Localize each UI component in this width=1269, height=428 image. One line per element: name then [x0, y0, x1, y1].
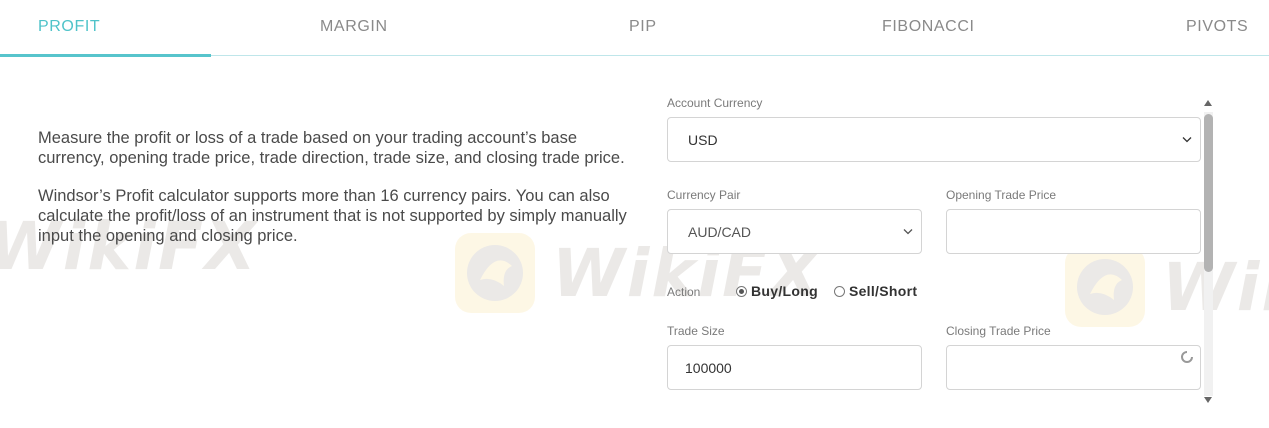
trade-size-label: Trade Size	[667, 324, 725, 338]
action-radio-group: Buy/Long Sell/Short	[736, 282, 933, 300]
calculator-description: Measure the profit or loss of a trade ba…	[38, 128, 638, 264]
watermark-text: WikiFX	[1162, 248, 1269, 326]
buy-long-label: Buy/Long	[751, 283, 818, 299]
watermark-logo-icon	[1065, 247, 1145, 327]
tab-pivots[interactable]: PIVOTS	[1186, 18, 1248, 36]
active-tab-indicator	[0, 54, 211, 57]
tab-fibonacci[interactable]: FIBONACCI	[882, 18, 975, 36]
currency-pair-value: AUD/CAD	[688, 223, 752, 240]
chevron-down-icon	[1182, 136, 1192, 142]
description-paragraph: Measure the profit or loss of a trade ba…	[38, 129, 625, 167]
tab-profit[interactable]: PROFIT	[38, 18, 100, 36]
scroll-down-arrow-icon[interactable]	[1203, 396, 1213, 404]
scroll-up-arrow-icon[interactable]	[1203, 99, 1213, 107]
account-currency-select[interactable]: USD	[667, 117, 1201, 162]
trade-size-input[interactable]: 100000	[667, 345, 922, 390]
buy-long-radio[interactable]	[736, 285, 747, 297]
action-label: Action	[667, 285, 701, 299]
tab-pip[interactable]: PIP	[629, 18, 657, 36]
currency-pair-label: Currency Pair	[667, 188, 741, 202]
sell-short-label: Sell/Short	[848, 283, 918, 299]
closing-trade-price-label: Closing Trade Price	[946, 324, 1051, 338]
calculator-tabs: PROFIT MARGIN PIP FIBONACCI PIVOTS	[0, 0, 1269, 57]
opening-trade-price-input[interactable]	[946, 209, 1201, 254]
buy-long-option[interactable]: Buy/Long	[736, 283, 818, 299]
chevron-down-icon	[903, 228, 913, 234]
scrollbar-thumb[interactable]	[1204, 114, 1213, 272]
description-paragraph: Windsor’s Profit calculator supports mor…	[38, 187, 627, 245]
currency-pair-select[interactable]: AUD/CAD	[667, 209, 922, 254]
sell-short-radio[interactable]	[833, 285, 845, 297]
closing-trade-price-input[interactable]	[946, 345, 1201, 390]
loading-spinner-icon	[1181, 351, 1193, 363]
tab-margin[interactable]: MARGIN	[320, 18, 388, 36]
opening-trade-price-label: Opening Trade Price	[946, 188, 1057, 202]
account-currency-value: USD	[688, 131, 718, 148]
account-currency-label: Account Currency	[667, 96, 763, 110]
trade-size-value: 100000	[685, 359, 732, 376]
sell-short-option[interactable]: Sell/Short	[833, 283, 918, 299]
watermark-right: WikiFX	[1062, 244, 1269, 330]
